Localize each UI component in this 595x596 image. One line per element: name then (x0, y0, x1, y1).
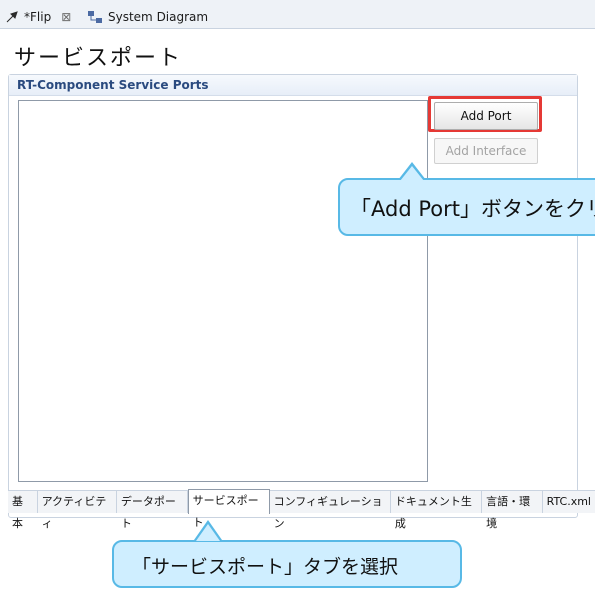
editor-tab-bar: *Flip ⊠ System Diagram (0, 0, 595, 29)
tab-system-diagram-label: System Diagram (108, 10, 209, 24)
tab-data-port[interactable]: データポート (116, 491, 188, 530)
callout-add-port-text: 「Add Port」ボタンをクリ (350, 197, 595, 221)
section-header: RT-Component Service Ports (9, 75, 577, 96)
close-icon[interactable]: ⊠ (61, 10, 71, 24)
flip-icon (6, 11, 18, 23)
page-title: サービスポート (14, 46, 183, 71)
service-ports-list[interactable] (18, 100, 428, 482)
add-interface-button[interactable]: Add Interface (434, 138, 538, 164)
callout-tab-select-text: 「サービスポート」タブを選択 (132, 556, 399, 578)
tab-document-generation[interactable]: ドキュメント生成 (390, 491, 483, 530)
tab-flip[interactable]: *Flip ⊠ (6, 6, 71, 28)
tab-service-port[interactable]: サービスポート (187, 489, 270, 529)
tab-system-diagram[interactable]: System Diagram (88, 6, 208, 28)
callout-tab-pointer-fill (196, 524, 220, 541)
callout-add-port-pointer-fill (400, 166, 424, 181)
add-port-button[interactable]: Add Port (434, 102, 538, 130)
editor-bottom-tabs: 基本 アクティビティ データポート サービスポート コンフィギュレーション ドキ… (8, 489, 595, 530)
tab-activity[interactable]: アクティビティ (37, 491, 117, 530)
tab-rtc-xml[interactable]: RTC.xml (542, 491, 595, 513)
tab-language-environment[interactable]: 言語・環境 (482, 491, 543, 530)
tab-basic[interactable]: 基本 (8, 491, 38, 530)
tab-flip-label: *Flip (24, 10, 52, 24)
tab-configuration[interactable]: コンフィギュレーション (269, 491, 391, 530)
system-diagram-icon (88, 11, 102, 23)
